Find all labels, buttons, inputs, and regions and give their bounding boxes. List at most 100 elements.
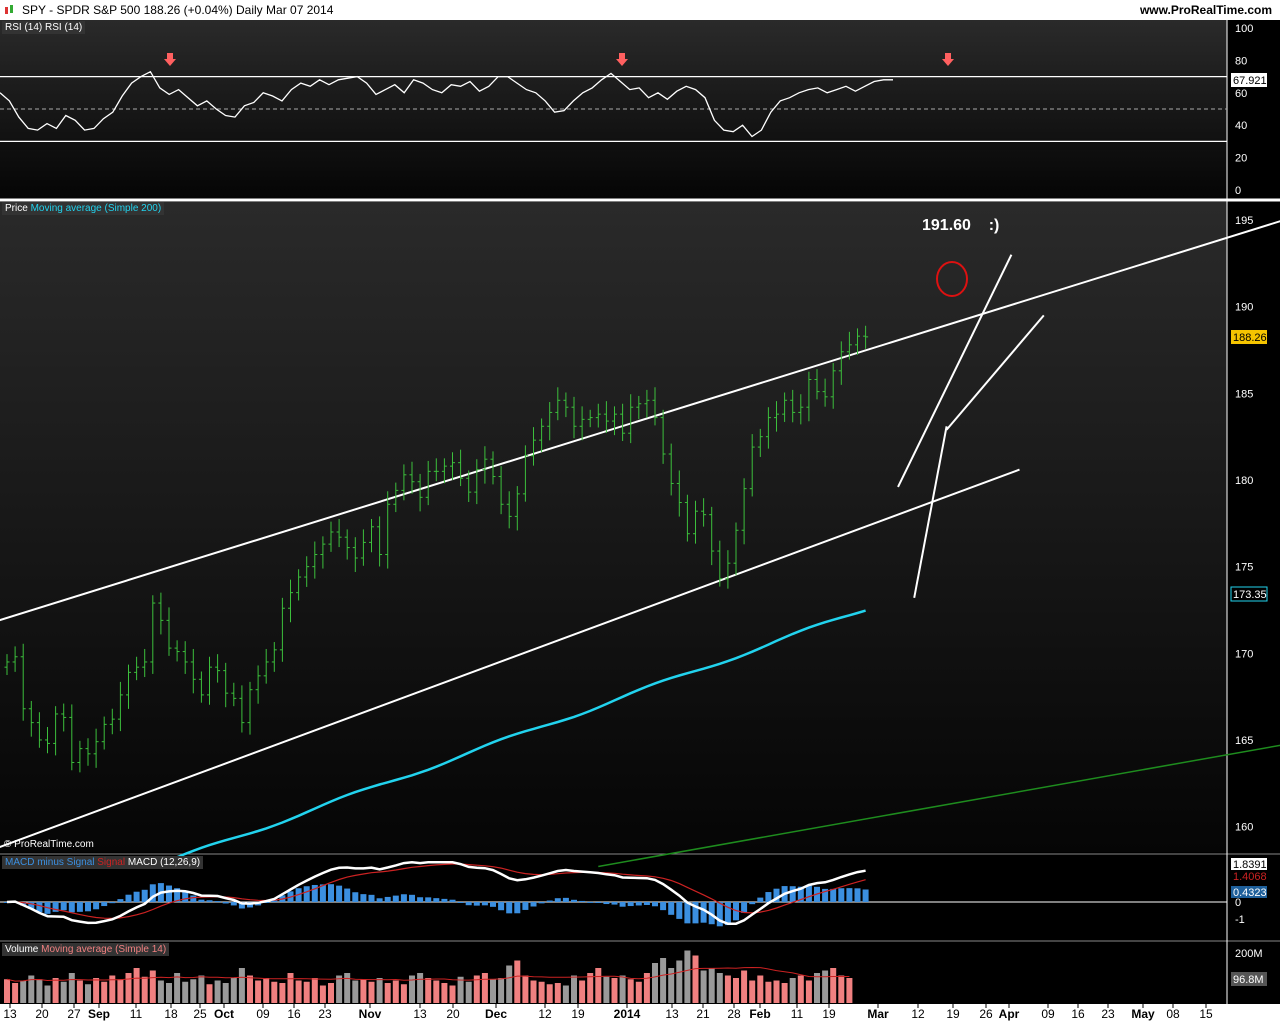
macd-value: 1.8391: [1233, 859, 1267, 871]
rsi-y-tick: 20: [1235, 153, 1247, 165]
macd-hist-bar: [514, 902, 521, 914]
x-tick-label: 23: [1101, 1007, 1115, 1021]
volume-bar: [287, 973, 294, 1003]
rsi-y-tick: 60: [1235, 88, 1247, 100]
macd-hist-bar: [85, 902, 91, 912]
macd-hist-bar: [214, 901, 221, 903]
chart-canvas[interactable]: 100 80 60 40 20 0 67.921 195 190 185 180 175 170 165 1…: [0, 0, 1280, 1024]
volume-bar: [700, 970, 707, 1003]
volume-ma-value: 96.8M: [1233, 974, 1264, 986]
x-tick-label: 09: [1041, 1007, 1055, 1021]
x-tick-label: 23: [318, 1007, 332, 1021]
volume-y-tick: 200M: [1235, 948, 1263, 960]
x-tick-label: 13: [3, 1007, 17, 1021]
volume-bar: [263, 978, 270, 1003]
macd-hist-bar: [360, 894, 367, 902]
macd-hist-bar: [409, 894, 415, 902]
volume-bar: [603, 976, 610, 1003]
x-tick-label: May: [1131, 1007, 1155, 1021]
volume-bar: [141, 976, 148, 1003]
volume-bar: [271, 981, 278, 1003]
macd-hist-bar: [125, 894, 132, 902]
macd-hist-bar: [498, 902, 505, 911]
price-y-tick: 170: [1235, 648, 1253, 660]
volume-bar: [635, 981, 642, 1003]
volume-bar: [619, 975, 626, 1003]
signal-label: Signal: [97, 857, 126, 868]
volume-bar: [311, 978, 318, 1003]
macd-hist-bar: [465, 902, 472, 906]
macd-hist-bar: [846, 888, 853, 902]
volume-bar: [255, 980, 262, 1003]
macd-hist-bar: [417, 897, 424, 902]
macd-hist-bar: [611, 902, 618, 905]
macd-hist-bar: [109, 902, 116, 904]
volume-bar: [36, 979, 43, 1003]
volume-bar: [781, 983, 788, 1003]
macd-y-tick: -1: [1235, 914, 1245, 926]
volume-bar: [433, 980, 440, 1003]
volume-bar: [805, 980, 812, 1003]
price-y-tick: 195: [1235, 215, 1253, 227]
macd-hist-bar: [676, 902, 683, 919]
x-tick-label: 19: [822, 1007, 836, 1021]
volume-label[interactable]: Volume Moving average (Simple 14): [2, 943, 170, 956]
x-tick-label: 2014: [614, 1007, 641, 1021]
x-tick-label: 16: [1071, 1007, 1085, 1021]
macd-hist-bar: [554, 898, 561, 902]
volume-bar: [716, 973, 723, 1003]
volume-bar: [76, 980, 83, 1003]
x-tick-label: 19: [946, 1007, 960, 1021]
volume-bar: [724, 975, 731, 1003]
macd-hist-bar: [668, 902, 675, 915]
x-tick-label: 20: [35, 1007, 49, 1021]
volume-bar: [384, 983, 391, 1003]
volume-bar: [368, 981, 375, 1003]
volume-bar: [344, 973, 351, 1003]
x-tick-label: 21: [696, 1007, 710, 1021]
volume-bar: [660, 958, 667, 1003]
price-label[interactable]: Price Moving average (Simple 200): [2, 202, 165, 215]
price-y-tick: 185: [1235, 388, 1253, 400]
macd-hist-bar: [141, 889, 148, 902]
volume-bar: [125, 973, 132, 1003]
rsi-label[interactable]: RSI (14) RSI (14): [2, 21, 86, 34]
volume-bar: [749, 980, 756, 1003]
volume-bar: [93, 978, 100, 1003]
macd-hist-bar: [441, 898, 448, 902]
volume-bar: [465, 981, 472, 1003]
volume-bar: [506, 965, 513, 1003]
macd-hist-bar: [68, 902, 75, 913]
volume-bar: [838, 975, 845, 1003]
hist-value: 0.4323: [1233, 887, 1267, 899]
macd-hist-bar: [506, 902, 513, 914]
volume-bar: [546, 984, 553, 1003]
macd-hist-bar: [579, 900, 586, 902]
rsi-y-tick: 100: [1235, 23, 1253, 35]
x-tick-label: Sep: [88, 1007, 110, 1021]
macd-hist-bar: [830, 888, 837, 902]
volume-bar: [797, 975, 804, 1003]
macd-label[interactable]: MACD minus Signal Signal MACD (12,26,9): [2, 856, 204, 869]
volume-bar: [190, 979, 197, 1003]
macd-hist-bar: [571, 899, 577, 902]
x-tick-label: 12: [911, 1007, 925, 1021]
macd-hist-bar: [587, 901, 594, 903]
volume-bar: [328, 983, 334, 1003]
x-tick-label: 25: [193, 1007, 207, 1021]
macd-hist-bar: [652, 902, 658, 907]
volume-bar: [830, 968, 837, 1003]
macd-hist-bar: [805, 885, 812, 902]
volume-bar: [425, 978, 432, 1003]
macd-hist-bar: [684, 902, 691, 924]
macd-hist-bar: [198, 899, 205, 902]
macd-hist-bar: [619, 902, 626, 907]
macd-hist-bar: [749, 902, 756, 905]
volume-bar: [741, 970, 748, 1003]
macd-hist-bar: [328, 884, 334, 902]
volume-bar: [376, 978, 383, 1003]
macd-hist-bar: [473, 902, 480, 906]
macd-hist-bar: [862, 889, 869, 902]
macd-line-label: MACD (12,26,9): [127, 857, 201, 868]
macd-hist-bar: [595, 902, 602, 903]
